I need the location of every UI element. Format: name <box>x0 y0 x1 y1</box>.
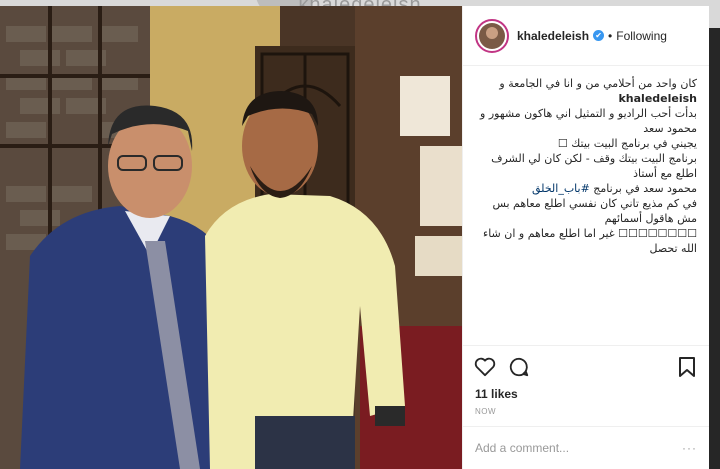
following-button[interactable]: Following <box>616 29 667 43</box>
caption-author[interactable]: khaledeleish <box>618 92 697 105</box>
speech-bubble-icon <box>509 357 529 376</box>
post-header: khaledeleish ✔ • Following <box>463 6 709 66</box>
caption-line-6: في كم مذيع تاني كان نفسي اطلع معاهم بس م… <box>492 197 697 225</box>
post-timestamp: NOW <box>463 401 709 427</box>
like-button[interactable] <box>473 355 497 379</box>
caption-line-7: ☐☐☐☐☐☐☐☐ غير اما اطلع معاهم و ان شاء الل… <box>483 227 697 255</box>
comment-input[interactable] <box>475 441 674 455</box>
post-sidebar: khaledeleish ✔ • Following كان واحد من أ… <box>462 6 709 469</box>
caption-line-5: محمود سعد في برنامج #باب_الخلق <box>532 182 697 195</box>
caption-line-3: يجيني في برنامج البيت بيتك ☐ <box>557 137 697 150</box>
hashtag-link[interactable]: #باب_الخلق <box>532 182 590 195</box>
comment-box: ··· <box>463 427 709 469</box>
verified-badge-icon: ✔ <box>593 30 605 41</box>
post-modal: khaledeleish ✔ • Following كان واحد من أ… <box>0 6 709 469</box>
more-options-button[interactable]: ··· <box>682 441 697 455</box>
author-username[interactable]: khaledeleish <box>517 29 589 43</box>
likes-count[interactable]: 11 likes <box>463 387 709 401</box>
header-separator: • <box>608 28 613 43</box>
caption-area: كان واحد من أحلامي من و انا في الجامعة و… <box>463 66 709 345</box>
save-button[interactable] <box>675 355 699 379</box>
author-avatar[interactable] <box>475 18 509 53</box>
bookmark-icon <box>679 356 695 377</box>
post-photo[interactable] <box>0 6 462 469</box>
caption-line-1: كان واحد من أحلامي من و انا في الجامعة و… <box>499 77 697 105</box>
caption-line-4: برنامج البيت بيتك وقف - لكن كان لي الشرف… <box>491 152 697 180</box>
caption-line-2: بدأت أحب الراديو و التمثيل اني هاكون مشه… <box>480 107 697 135</box>
action-bar <box>463 345 709 387</box>
comment-button[interactable] <box>507 355 531 379</box>
photo-illustration <box>0 6 462 469</box>
post-caption: كان واحد من أحلامي من و انا في الجامعة و… <box>475 76 697 256</box>
heart-icon <box>474 357 496 376</box>
avatar-image <box>479 22 505 49</box>
